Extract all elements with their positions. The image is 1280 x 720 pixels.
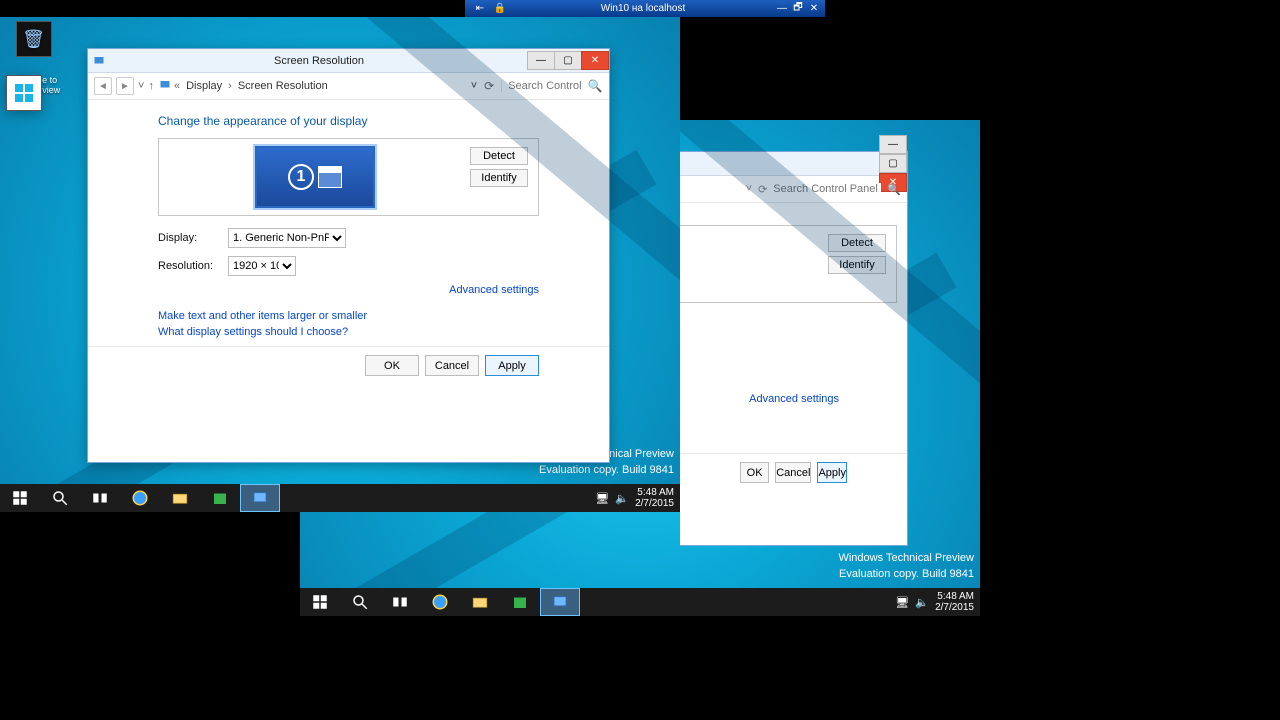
network-icon[interactable]: 🖥 (895, 596, 909, 609)
detect-button[interactable]: Detect (470, 147, 528, 165)
search-icon[interactable]: 🔍 (587, 79, 603, 93)
titlebar[interactable]: Screen Resolution — ▢ ✕ (88, 49, 609, 73)
identify-button-back[interactable]: Identify (828, 256, 886, 274)
apply-button[interactable]: Apply (485, 355, 539, 376)
monitor-preview-box: 1 Detect Identify (158, 138, 539, 216)
vm-lock-icon[interactable]: 🔒 (493, 2, 507, 15)
breadcrumb-display[interactable]: Display (182, 78, 226, 94)
system-tray-back: 🖥 🔈 5:48 AM 2/7/2015 (889, 588, 980, 616)
breadcrumb[interactable]: « Display › Screen Resolution (158, 78, 388, 94)
refresh-icon[interactable]: ⟳ (758, 183, 767, 196)
search-button[interactable] (340, 588, 380, 616)
store-button[interactable] (500, 588, 540, 616)
window-title: Screen Resolution (110, 55, 528, 67)
vm-close-button[interactable]: ✕ (807, 2, 821, 15)
vm-restore-button[interactable]: 🗗 (791, 2, 805, 15)
watermark-line1: Windows Technical Preview (838, 551, 974, 566)
recycle-bin-icon[interactable]: 🗑 (6, 21, 61, 60)
nav-up-button[interactable]: ↑ (148, 80, 154, 92)
page-heading: Change the appearance of your display (158, 114, 539, 128)
monitor-grid-icon (318, 166, 342, 188)
display-label: Display: (158, 232, 228, 244)
vm-pin-icon[interactable]: ⇤ (473, 2, 487, 15)
text-size-link[interactable]: Make text and other items larger or smal… (158, 310, 539, 322)
ok-button-back[interactable]: OK (740, 462, 769, 483)
taskbar-back: 🖥 🔈 5:48 AM 2/7/2015 (300, 588, 980, 616)
maximize-button[interactable]: ▢ (879, 154, 907, 173)
monitor-number: 1 (288, 164, 314, 190)
search-icon[interactable]: 🔍 (887, 183, 901, 196)
display-select[interactable]: 1. Generic Non-PnP Monitor (228, 228, 346, 248)
window-icon (88, 55, 110, 67)
watermark-line2: Evaluation copy. Build 9841 (838, 567, 974, 582)
vm-minimize-button[interactable]: — (775, 2, 789, 15)
system-tray: 🖥 🔈 5:48 AM 2/7/2015 (589, 484, 680, 512)
vm-title: Win10 на localhost (515, 3, 771, 14)
monitor-preview[interactable]: 1 (255, 146, 375, 208)
advanced-settings-link-back[interactable]: Advanced settings (680, 393, 907, 405)
explorer-button[interactable] (160, 484, 200, 512)
apply-button-back[interactable]: Apply (817, 462, 847, 483)
search-box[interactable] (501, 80, 583, 92)
remote-desktop-front: 🗑 Welcome to Tech Preview Windows Techni… (0, 17, 680, 512)
clock-date: 2/7/2015 (635, 498, 674, 509)
start-button[interactable] (0, 484, 40, 512)
titlebar-back: — ▢ ✕ (680, 152, 907, 176)
screen-resolution-window: Screen Resolution — ▢ ✕ ◄ ► ˅ ↑ « Displa… (87, 48, 610, 463)
network-icon[interactable]: 🖥 (595, 492, 609, 505)
identify-button[interactable]: Identify (470, 169, 528, 187)
breadcrumb-icon (158, 79, 172, 94)
dropdown-icon[interactable]: ˅ (471, 80, 477, 92)
cancel-button[interactable]: Cancel (425, 355, 479, 376)
breadcrumb-screenres[interactable]: Screen Resolution (234, 78, 332, 94)
control-panel-button[interactable] (240, 484, 280, 512)
start-button[interactable] (300, 588, 340, 616)
welcome-icon[interactable]: Welcome to Tech Preview (6, 75, 61, 95)
cancel-button-back[interactable]: Cancel (775, 462, 811, 483)
taskbar-front: 🖥 🔈 5:48 AM 2/7/2015 (0, 484, 680, 512)
minimize-button[interactable]: — (527, 51, 555, 70)
detect-button-back[interactable]: Detect (828, 234, 886, 252)
clock-time: 5:48 AM (635, 487, 674, 498)
content-area: Change the appearance of your display 1 … (88, 100, 609, 346)
search-input-back[interactable] (773, 183, 881, 195)
toolbar-back: ˅ ⟳ 🔍 (680, 176, 907, 203)
volume-icon[interactable]: 🔈 (915, 596, 929, 609)
vm-titlebar[interactable]: ⇤ 🔒 Win10 на localhost — 🗗 ✕ (465, 0, 825, 17)
volume-icon[interactable]: 🔈 (615, 492, 629, 505)
toolbar: ◄ ► ˅ ↑ « Display › Screen Resolution ˅ … (88, 73, 609, 100)
refresh-icon[interactable]: ⟳ (481, 79, 497, 93)
chevron-down-icon[interactable]: ˅ (138, 80, 144, 92)
dropdown-icon[interactable]: ˅ (746, 183, 752, 195)
explorer-button[interactable] (460, 588, 500, 616)
dialog-actions: OK Cancel Apply (88, 346, 609, 384)
clock-date: 2/7/2015 (935, 602, 974, 613)
screen-resolution-window-back: — ▢ ✕ ˅ ⟳ 🔍 Detect Identify Advanced set… (680, 151, 908, 546)
nav-forward-button[interactable]: ► (116, 77, 134, 95)
store-button[interactable] (200, 484, 240, 512)
search-button[interactable] (40, 484, 80, 512)
watermark: Windows Technical Preview Evaluation cop… (838, 551, 974, 582)
help-link[interactable]: What display settings should I choose? (158, 326, 539, 338)
dialog-actions-back: OK Cancel Apply (680, 453, 907, 491)
search-input[interactable] (508, 80, 583, 92)
close-button[interactable]: ✕ (581, 51, 609, 70)
control-panel-button[interactable] (540, 588, 580, 616)
ie-button[interactable] (120, 484, 160, 512)
minimize-button[interactable]: — (879, 135, 907, 154)
task-view-button[interactable] (80, 484, 120, 512)
ok-button[interactable]: OK (365, 355, 419, 376)
resolution-select[interactable]: 1920 × 1080 (228, 256, 296, 276)
monitor-preview-box-back: Detect Identify (680, 225, 897, 303)
clock[interactable]: 5:48 AM 2/7/2015 (935, 591, 974, 613)
advanced-settings-link[interactable]: Advanced settings (158, 284, 539, 296)
resolution-label: Resolution: (158, 260, 228, 272)
clock[interactable]: 5:48 AM 2/7/2015 (635, 487, 674, 509)
maximize-button[interactable]: ▢ (554, 51, 582, 70)
clock-time: 5:48 AM (935, 591, 974, 602)
ie-button[interactable] (420, 588, 460, 616)
task-view-button[interactable] (380, 588, 420, 616)
nav-back-button[interactable]: ◄ (94, 77, 112, 95)
